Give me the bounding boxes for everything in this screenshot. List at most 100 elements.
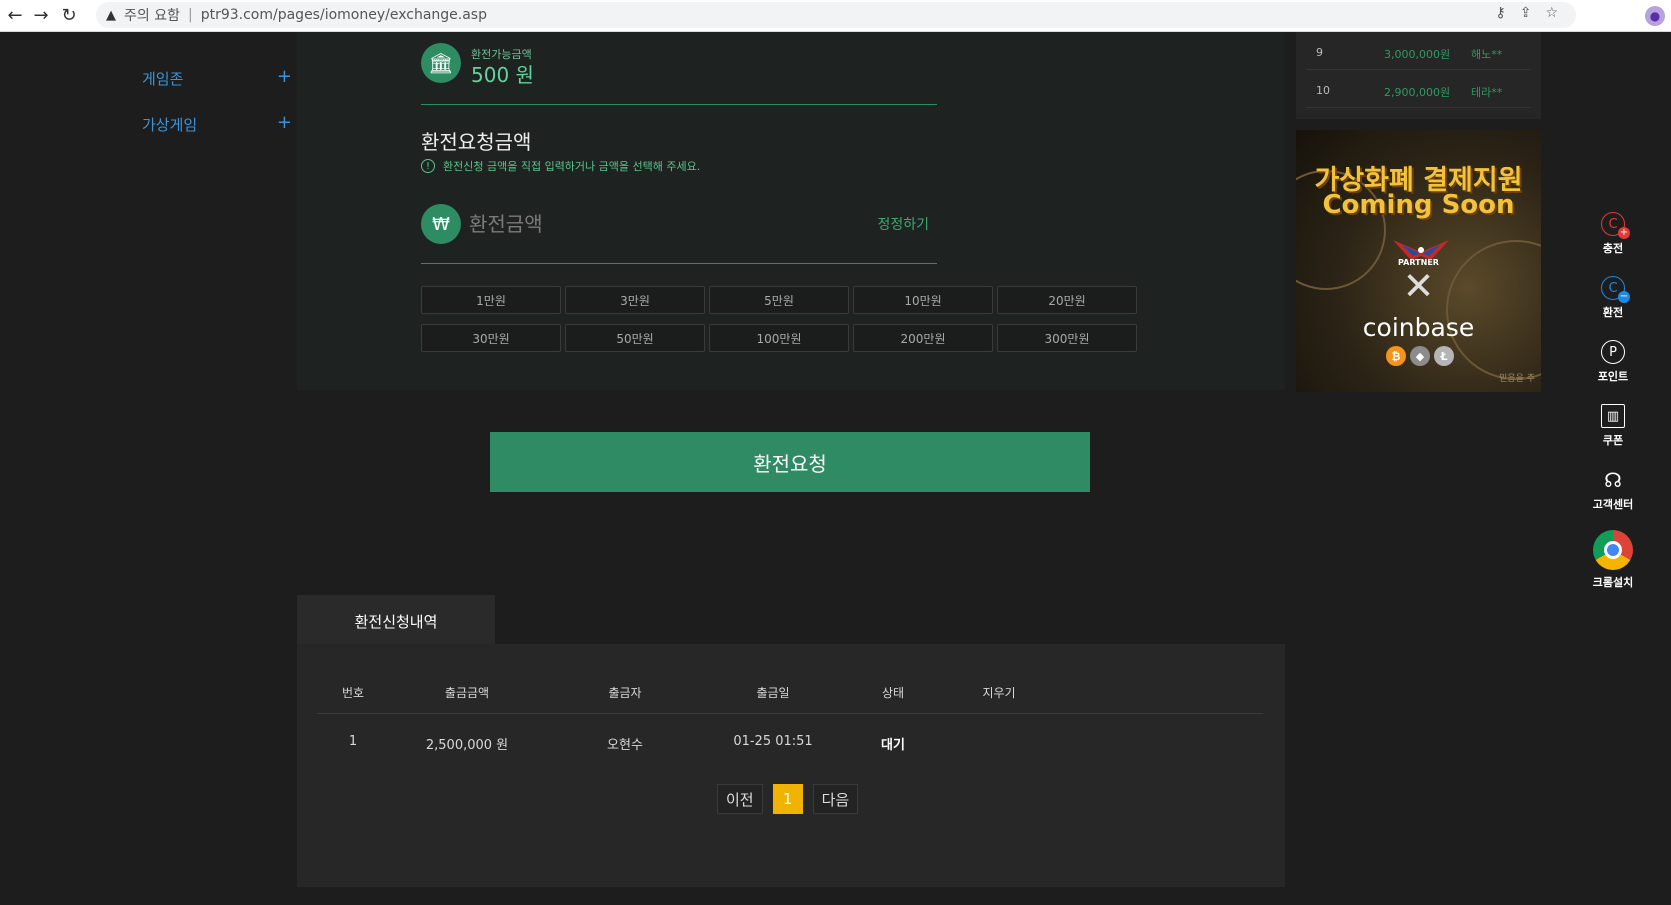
column-header-status: 상태 [881, 686, 905, 700]
table-row: 1 2,500,000 원 오현수 01-25 01:51 대기 [317, 714, 1263, 760]
bank-icon: 🏛 [421, 43, 461, 83]
forward-icon[interactable]: → [30, 4, 52, 26]
prev-page-button[interactable]: 이전 [717, 784, 763, 814]
list-item: 10 2,900,000원 테라** [1306, 70, 1531, 108]
amount-button[interactable]: 200만원 [853, 324, 993, 352]
share-icon[interactable]: ⇪ [1520, 5, 1532, 21]
column-header-amount: 출금금액 [444, 686, 490, 700]
bitcoin-icon: ₿ [1386, 346, 1406, 366]
address-separator: | [187, 7, 193, 23]
page-content: 게임존 + 가상게임 + 🏛 환전가능금액 500 원 환전요청금액 ! 환전신… [0, 32, 1671, 905]
column-header-delete: 지우기 [982, 686, 1016, 700]
cross-icon: ✕ [1402, 264, 1435, 308]
correct-button[interactable]: 정정하기 [877, 214, 929, 234]
point-icon: P [1601, 340, 1625, 364]
quick-menu-point[interactable]: P 포인트 [1583, 340, 1643, 384]
coinbase-text: coinbase [1362, 313, 1475, 342]
url-text[interactable]: ptr93.com/pages/iomoney/exchange.asp [201, 7, 487, 23]
charge-icon: C + [1601, 212, 1630, 239]
exchange-history-panel: 번호 출금금액 출금자 출금일 상태 지우기 1 2,500,000 원 오현수… [297, 644, 1285, 887]
amount-button[interactable]: 100만원 [709, 324, 849, 352]
left-menu-item-label: 게임존 [142, 70, 184, 88]
exchange-request-button[interactable]: 환전요청 [490, 432, 1090, 492]
quick-menu-label: 포인트 [1597, 370, 1629, 383]
quick-menu-label: 쿠폰 [1602, 434, 1624, 447]
quick-menu-support[interactable]: ☊ 고객센터 [1583, 468, 1643, 512]
plus-icon[interactable]: + [277, 112, 292, 133]
left-menu-item-label: 가상게임 [142, 116, 198, 134]
cell-status: 대기 [881, 738, 905, 753]
amount-button-grid: 1만원 3만원 5만원 10만원 20만원 30만원 50만원 100만원 20… [421, 286, 1141, 352]
reload-icon[interactable]: ↻ [58, 4, 80, 26]
available-amount-value: 500 원 [471, 63, 534, 87]
cell-date: 01-25 01:51 [733, 734, 813, 749]
rank-number: 10 [1316, 84, 1330, 97]
key-icon[interactable]: ⚷ [1495, 5, 1505, 21]
info-icon: ! [421, 159, 435, 173]
column-header-date: 출금일 [756, 686, 790, 700]
rank-number: 9 [1316, 46, 1323, 59]
quick-menu-exchange[interactable]: C − 환전 [1583, 276, 1643, 320]
plus-icon[interactable]: + [277, 66, 292, 87]
quick-menu-chrome-install[interactable]: 크롬설치 [1583, 530, 1643, 590]
quick-menu-label: 충전 [1602, 242, 1624, 255]
exchange-amount-input[interactable] [469, 206, 829, 242]
column-header-name: 출금자 [608, 686, 642, 700]
left-menu-item-game-zone[interactable]: 게임존 + [142, 66, 292, 92]
crypto-icons: ₿ ◆ Ł [1386, 346, 1454, 366]
litecoin-icon: Ł [1434, 346, 1454, 366]
rank-name: 해노** [1471, 48, 1503, 61]
next-page-button[interactable]: 다음 [812, 784, 859, 814]
exchange-form-panel: 🏛 환전가능금액 500 원 환전요청금액 ! 환전신청 금액을 직접 입력하거… [297, 32, 1285, 390]
left-menu-item-virtual-game[interactable]: 가상게임 + [142, 112, 292, 138]
tab-exchange-history[interactable]: 환전신청내역 [297, 595, 495, 647]
column-header-no: 번호 [341, 686, 365, 700]
current-page-button[interactable]: 1 [772, 784, 803, 814]
address-bar[interactable]: ▲ 주의 요함 | ptr93.com/pages/iomoney/exchan… [96, 2, 1576, 28]
exchange-icon: C − [1601, 276, 1630, 303]
quick-menu-label: 크롬설치 [1592, 576, 1634, 589]
request-hint: ! 환전신청 금액을 직접 입력하거나 금액을 선택해 주세요. [421, 158, 700, 174]
amount-button[interactable]: 1만원 [421, 286, 561, 314]
cell-name: 오현수 [607, 738, 643, 753]
amount-button[interactable]: 20만원 [997, 286, 1137, 314]
profile-avatar-icon[interactable]: ● [1645, 6, 1665, 26]
ranking-list: 9 3,000,000원 해노** 10 2,900,000원 테라** [1296, 32, 1541, 119]
coupon-icon: ▥ [1601, 404, 1625, 428]
divider [421, 263, 937, 264]
amount-button[interactable]: 3만원 [565, 286, 705, 314]
rank-amount: 2,900,000원 [1384, 86, 1451, 99]
cell-no: 1 [348, 734, 358, 749]
ethereum-icon: ◆ [1410, 346, 1430, 366]
amount-button[interactable]: 10만원 [853, 286, 993, 314]
list-item: 9 3,000,000원 해노** [1306, 32, 1531, 70]
ad-corner-text: 믿음을 주 [1499, 374, 1535, 384]
pagination: 이전 1 다음 [717, 784, 859, 814]
headset-icon: ☊ [1604, 468, 1622, 492]
amount-input-row: ₩ 정정하기 [421, 204, 937, 244]
cell-amount: 2,500,000 원 [425, 738, 509, 753]
warning-icon: ▲ [106, 7, 116, 23]
rank-amount: 3,000,000원 [1384, 48, 1451, 61]
won-icon: ₩ [421, 204, 461, 244]
quick-menu-label: 환전 [1602, 306, 1624, 319]
amount-button[interactable]: 30만원 [421, 324, 561, 352]
request-amount-title: 환전요청금액 [421, 130, 532, 154]
request-hint-text: 환전신청 금액을 직접 입력하거나 금액을 선택해 주세요. [443, 160, 701, 173]
crypto-ad-banner[interactable]: 가상화폐 결제지원 Coming Soon PARTNER ✕ coinbase… [1296, 130, 1541, 392]
chrome-icon [1593, 530, 1633, 570]
divider [421, 104, 937, 105]
amount-button[interactable]: 50만원 [565, 324, 705, 352]
security-warning-label: 주의 요함 [124, 8, 180, 24]
ad-subtitle: Coming Soon [1322, 190, 1515, 220]
back-icon[interactable]: ← [4, 4, 26, 26]
quick-menu-coupon[interactable]: ▥ 쿠폰 [1583, 404, 1643, 448]
amount-button[interactable]: 5만원 [709, 286, 849, 314]
amount-button[interactable]: 300만원 [997, 324, 1137, 352]
star-icon[interactable]: ☆ [1545, 5, 1558, 21]
quick-menu-label: 고객센터 [1592, 498, 1634, 511]
history-table: 번호 출금금액 출금자 출금일 상태 지우기 1 2,500,000 원 오현수… [317, 668, 1263, 760]
table-header-row: 번호 출금금액 출금자 출금일 상태 지우기 [317, 668, 1263, 714]
browser-toolbar: ← → ↻ ▲ 주의 요함 | ptr93.com/pages/iomoney/… [0, 0, 1671, 32]
quick-menu-charge[interactable]: C + 충전 [1583, 212, 1643, 256]
